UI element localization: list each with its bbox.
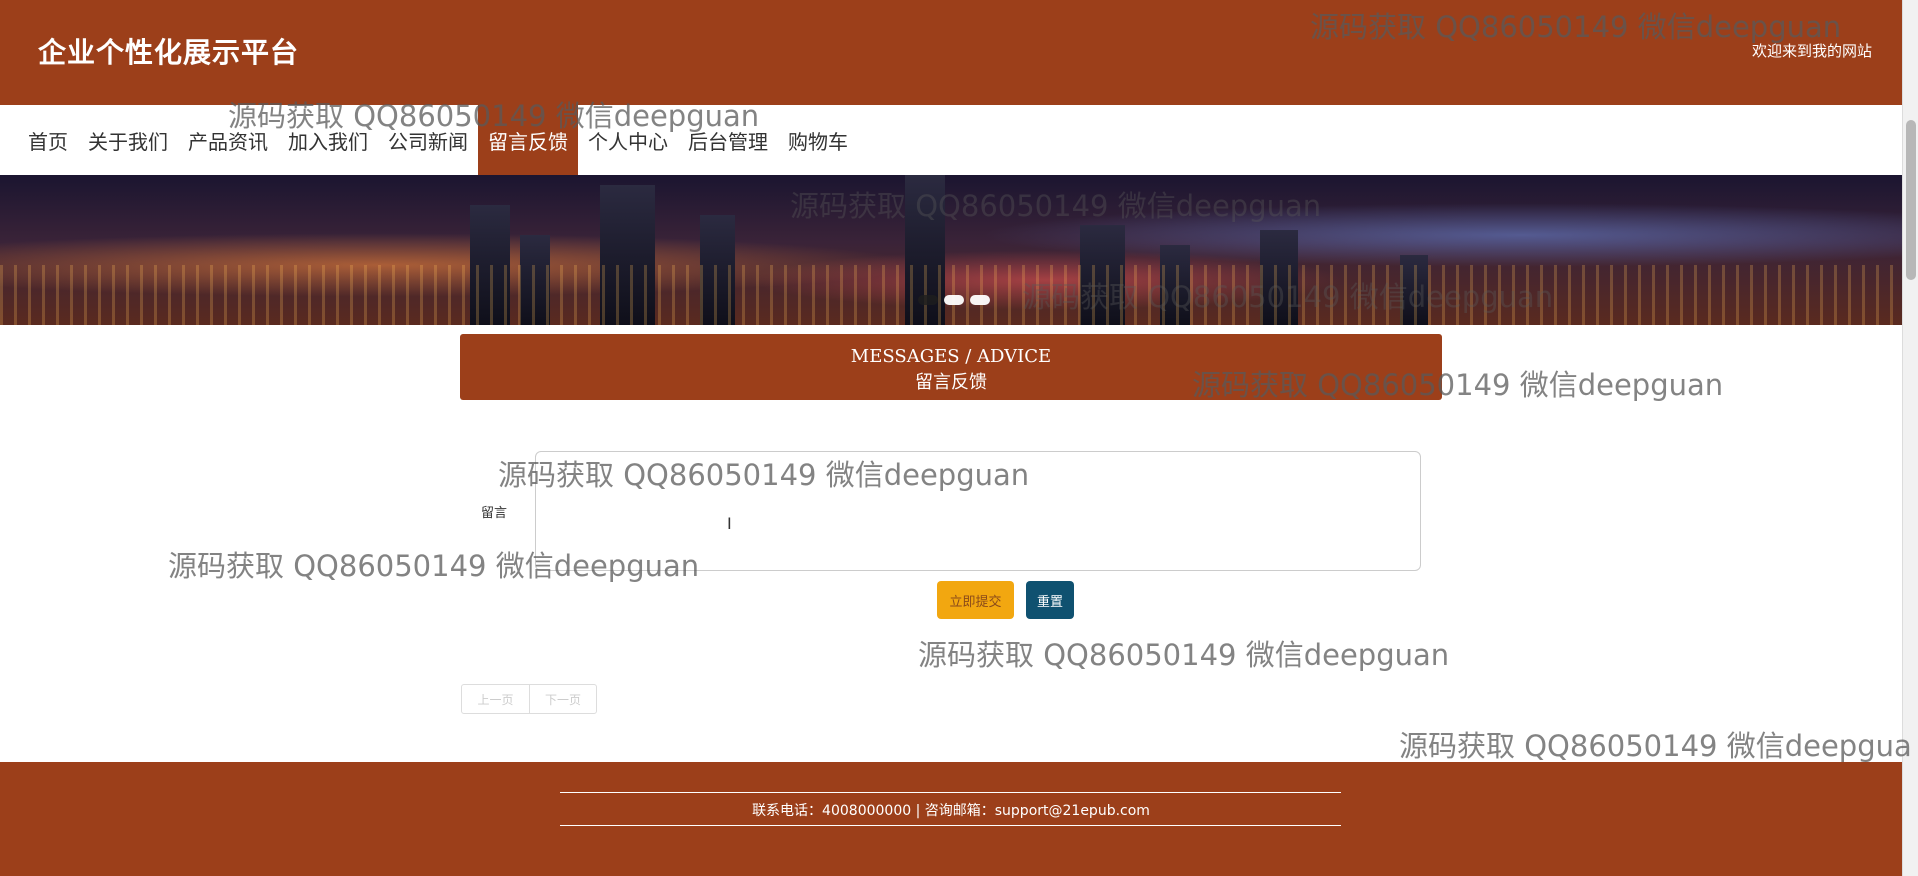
- footer-contact: 联系电话：4008000000 | 咨询邮箱：support@21epub.co…: [752, 803, 1150, 819]
- nav-item-products[interactable]: 产品资讯: [178, 105, 278, 175]
- carousel-dot[interactable]: [944, 295, 964, 305]
- carousel-dot[interactable]: [970, 295, 990, 305]
- section-title-en: MESSAGES / ADVICE: [850, 346, 1052, 367]
- nav-item-join[interactable]: 加入我们: [278, 105, 378, 175]
- text-cursor-icon: I: [727, 514, 732, 533]
- carousel-dot[interactable]: [918, 295, 938, 305]
- site-header: 企业个性化展示平台 欢迎来到我的网站: [0, 0, 1902, 105]
- nav-item-about[interactable]: 关于我们: [78, 105, 178, 175]
- main-nav: 首页 关于我们 产品资讯 加入我们 公司新闻 留言反馈 个人中心 后台管理 购物…: [0, 105, 1902, 175]
- next-page-button[interactable]: 下一页: [529, 685, 596, 713]
- nav-item-feedback[interactable]: 留言反馈: [478, 105, 578, 175]
- site-title: 企业个性化展示平台: [38, 36, 300, 69]
- message-label: 留言: [481, 506, 508, 521]
- pagination: 上一页 下一页: [461, 684, 597, 714]
- reset-button[interactable]: 重置: [1026, 581, 1074, 619]
- nav-item-admin[interactable]: 后台管理: [678, 105, 778, 175]
- footer-divider-top: [560, 792, 1341, 793]
- prev-page-button[interactable]: 上一页: [462, 685, 529, 713]
- footer-divider-bottom: [560, 825, 1341, 826]
- nav-item-news[interactable]: 公司新闻: [378, 105, 478, 175]
- page: 企业个性化展示平台 欢迎来到我的网站 首页 关于我们 产品资讯 加入我们 公司新…: [0, 0, 1918, 876]
- welcome-text: 欢迎来到我的网站: [1751, 42, 1872, 60]
- nav-item-home[interactable]: 首页: [18, 105, 78, 175]
- banner-carousel: [0, 175, 1902, 325]
- carousel-indicators: [918, 295, 990, 305]
- scrollbar-thumb[interactable]: [1906, 120, 1916, 280]
- page-scrollbar[interactable]: [1902, 0, 1918, 876]
- section-title-bar: MESSAGES / ADVICE 留言反馈: [460, 334, 1442, 400]
- watermark-text: 源码获取 QQ86050149 微信deepgua: [1399, 729, 1912, 763]
- nav-item-cart[interactable]: 购物车: [778, 105, 858, 175]
- nav-item-profile[interactable]: 个人中心: [578, 105, 678, 175]
- submit-button[interactable]: 立即提交: [937, 581, 1014, 619]
- section-title-cn: 留言反馈: [915, 372, 987, 393]
- watermark-text: 源码获取 QQ86050149 微信deepguan: [918, 638, 1450, 672]
- message-textarea[interactable]: [535, 451, 1421, 571]
